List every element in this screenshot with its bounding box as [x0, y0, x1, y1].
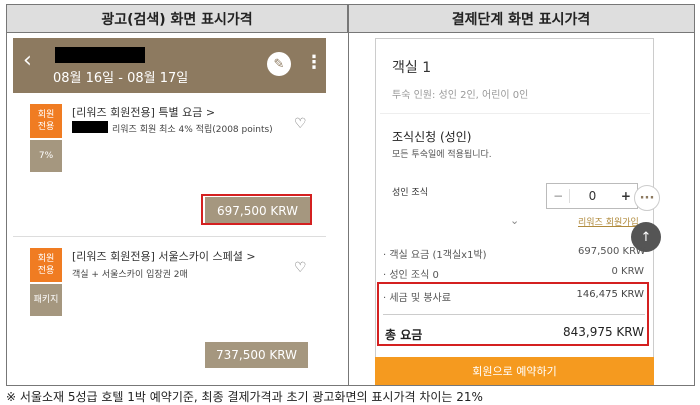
stay-dates: 08월 16일 - 08월 17일: [53, 71, 189, 86]
price-box[interactable]: 737,500 KRW: [205, 342, 308, 368]
footnote: ※ 서울소재 5성급 호텔 1박 예약기준, 최종 결제가격과 초기 광고화면의…: [6, 390, 483, 404]
member-only-badge: 회원 전용: [30, 248, 62, 282]
highlight-box: [201, 194, 312, 225]
divider: [13, 236, 326, 237]
right-header: 결제단계 화면 표시가격: [348, 5, 694, 33]
rate-subtitle: 리워즈 회원 최소 4% 적립(2008 points): [112, 125, 273, 135]
room-label: 객실 1: [392, 60, 432, 76]
redacted-hotel-name: [55, 47, 145, 63]
app-bar: ‹ 08월 16일 - 08월 17일 ✎ ⋮: [13, 38, 326, 93]
highlight-box: [377, 282, 649, 346]
member-only-badge: 회원 전용: [30, 104, 62, 138]
breakfast-title: 조식신청 (성인): [392, 130, 472, 144]
heart-icon[interactable]: ♡: [294, 260, 307, 276]
rate-subtitle: 객실 + 서울스카이 입장권 2매: [72, 270, 188, 280]
edit-icon[interactable]: ✎: [267, 52, 291, 76]
redacted-text: [72, 121, 108, 133]
room-fee-label: · 객실 요금 (1객실x1박): [383, 250, 487, 261]
divider: [380, 113, 650, 114]
breakfast-note: 모든 투숙일에 적용됩니다.: [392, 150, 492, 160]
chat-icon[interactable]: ···: [634, 185, 660, 211]
left-header: 광고(검색) 화면 표시가격: [7, 5, 348, 33]
column-divider: [348, 5, 349, 385]
quantity-value: 0: [588, 189, 597, 203]
chevron-down-icon[interactable]: ⌄: [510, 214, 519, 227]
room-fee-value: 697,500 KRW: [578, 246, 646, 257]
quantity-stepper[interactable]: − 0 +: [546, 183, 638, 209]
rewards-signup-link[interactable]: 리워즈 회원가입: [578, 215, 639, 228]
breakfast-fee-value: 0 KRW: [611, 266, 644, 277]
heart-icon[interactable]: ♡: [294, 116, 307, 132]
discount-badge: 7%: [30, 140, 62, 172]
book-as-member-button[interactable]: 회원으로 예약하기: [375, 357, 654, 385]
rate-title[interactable]: [리워즈 회원전용] 서울스카이 스페셜 >: [72, 248, 256, 264]
guest-count: 투숙 인원: 성인 2인, 어린이 0인: [392, 90, 529, 101]
rate-title[interactable]: [리워즈 회원전용] 특별 요금 >: [72, 104, 215, 120]
breakfast-fee-label: · 성인 조식 0: [383, 270, 439, 281]
adult-breakfast-label: 성인 조식: [392, 188, 428, 198]
package-badge: 패키지: [30, 284, 62, 316]
more-icon[interactable]: ⋮: [305, 52, 323, 74]
minus-button[interactable]: −: [547, 189, 571, 203]
back-icon[interactable]: ‹: [23, 50, 32, 72]
